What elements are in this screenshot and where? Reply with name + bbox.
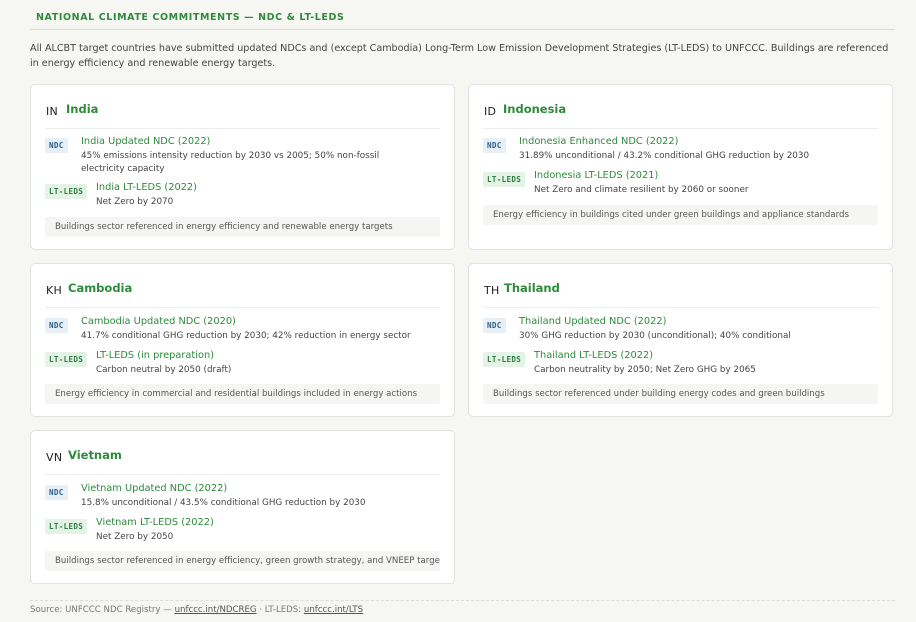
lt-leds-badge: LT-LEDS <box>45 352 88 367</box>
country-card-indonesia: ID Indonesia NDC Indonesia Enhanced NDC … <box>468 84 893 250</box>
card-header: IN India <box>45 99 440 129</box>
lt-leds-badge: LT-LEDS <box>45 184 88 199</box>
card-header: TH Thailand <box>483 278 878 308</box>
ndc-badge: NDC <box>45 485 68 500</box>
lt-leds-title: LT-LEDS (in preparation) <box>96 350 215 361</box>
lt-leds-description: Net Zero and climate resilient by 2060 o… <box>534 185 749 195</box>
lt-leds-description: Net Zero by 2050 <box>96 532 174 542</box>
ndc-description: 45% emissions intensity reduction by 203… <box>81 151 380 174</box>
lt-leds-entry: LT-LEDS Indonesia LT-LEDS (2021) Net Zer… <box>483 170 878 198</box>
country-code: IN <box>46 105 59 118</box>
country-name: Vietnam <box>68 448 122 462</box>
buildings-note: Energy efficiency in commercial and resi… <box>45 384 440 404</box>
country-name: Thailand <box>504 281 560 295</box>
lts-link[interactable]: unfccc.int/LTS <box>304 605 363 615</box>
buildings-note: Energy efficiency in buildings cited und… <box>483 205 878 225</box>
country-card-vietnam: VN Vietnam NDC Vietnam Updated NDC (2022… <box>30 430 455 584</box>
ndc-badge: NDC <box>483 318 506 333</box>
ndc-badge: NDC <box>483 138 506 153</box>
lt-leds-title: Vietnam LT-LEDS (2022) <box>96 517 214 528</box>
lt-leds-title: India LT-LEDS (2022) <box>96 182 197 193</box>
section-header: NATIONAL CLIMATE COMMITMENTS — NDC & LT-… <box>30 6 895 30</box>
ndc-title: India Updated NDC (2022) <box>81 136 211 147</box>
lt-leds-entry: LT-LEDS Thailand LT-LEDS (2022) Carbon n… <box>483 350 878 378</box>
country-card-thailand: TH Thailand NDC Thailand Updated NDC (20… <box>468 263 893 417</box>
country-code: VN <box>46 451 63 464</box>
ndc-registry-link[interactable]: unfccc.int/NDCREG <box>175 605 257 615</box>
lt-leds-description: Carbon neutral by 2050 (draft) <box>96 365 232 375</box>
lt-leds-title: Indonesia LT-LEDS (2021) <box>534 170 659 181</box>
ndc-entry: NDC India Updated NDC (2022) 45% emissio… <box>45 136 440 176</box>
ndc-badge: NDC <box>45 318 68 333</box>
buildings-note: Buildings sector referenced under buildi… <box>483 384 878 404</box>
ndc-description: 30% GHG reduction by 2030 (unconditional… <box>519 331 791 341</box>
source-footer: Source: UNFCCC NDC Registry — unfccc.int… <box>30 605 363 615</box>
ndc-title: Vietnam Updated NDC (2022) <box>81 483 228 494</box>
ndc-entry: NDC Thailand Updated NDC (2022) 30% GHG … <box>483 316 878 344</box>
country-name: India <box>66 102 99 116</box>
card-header: ID Indonesia <box>483 99 878 129</box>
ndc-entry: NDC Vietnam Updated NDC (2022) 15.8% unc… <box>45 483 440 511</box>
ndc-entry: NDC Cambodia Updated NDC (2020) 41.7% co… <box>45 316 440 344</box>
country-code: KH <box>46 284 63 297</box>
lt-leds-description: Net Zero by 2070 <box>96 197 174 207</box>
section-title: NATIONAL CLIMATE COMMITMENTS — NDC & LT-… <box>36 12 345 23</box>
country-card-cambodia: KH Cambodia NDC Cambodia Updated NDC (20… <box>30 263 455 417</box>
lt-leds-description: Carbon neutrality by 2050; Net Zero GHG … <box>534 365 756 375</box>
buildings-note: Buildings sector referenced in energy ef… <box>45 217 440 237</box>
country-code: ID <box>484 105 497 118</box>
country-card-india: IN India NDC India Updated NDC (2022) 45… <box>30 84 455 250</box>
intro-text: All ALCBT target countries have submitte… <box>30 43 889 69</box>
lt-leds-title: Thailand LT-LEDS (2022) <box>534 350 654 361</box>
lt-leds-entry: LT-LEDS LT-LEDS (in preparation) Carbon … <box>45 350 440 378</box>
card-header: KH Cambodia <box>45 278 440 308</box>
lt-leds-entry: LT-LEDS Vietnam LT-LEDS (2022) Net Zero … <box>45 517 440 545</box>
ndc-badge: NDC <box>45 138 68 153</box>
ndc-title: Cambodia Updated NDC (2020) <box>81 316 236 327</box>
footer-divider <box>30 600 895 601</box>
lt-leds-badge: LT-LEDS <box>483 352 526 367</box>
lt-leds-badge: LT-LEDS <box>483 172 526 187</box>
ndc-description: 41.7% conditional GHG reduction by 2030;… <box>81 331 411 341</box>
lt-leds-entry: LT-LEDS India LT-LEDS (2022) Net Zero by… <box>45 182 440 210</box>
ndc-entry: NDC Indonesia Enhanced NDC (2022) 31.89%… <box>483 136 878 164</box>
country-code: TH <box>484 284 500 297</box>
ndc-title: Indonesia Enhanced NDC (2022) <box>519 136 679 147</box>
card-header: VN Vietnam <box>45 445 440 475</box>
lt-leds-badge: LT-LEDS <box>45 519 88 534</box>
footer-lt-leds-label: · LT-LEDS: <box>259 605 302 615</box>
country-name: Cambodia <box>68 281 133 295</box>
ndc-description: 31.89% unconditional / 43.2% conditional… <box>519 151 810 161</box>
country-name: Indonesia <box>503 102 567 116</box>
buildings-note: Buildings sector referenced in energy ef… <box>45 551 440 571</box>
ndc-description: 15.8% unconditional / 43.5% conditional … <box>81 498 366 508</box>
footer-source-label: Source: UNFCCC NDC Registry — <box>30 605 172 615</box>
ndc-title: Thailand Updated NDC (2022) <box>519 316 667 327</box>
